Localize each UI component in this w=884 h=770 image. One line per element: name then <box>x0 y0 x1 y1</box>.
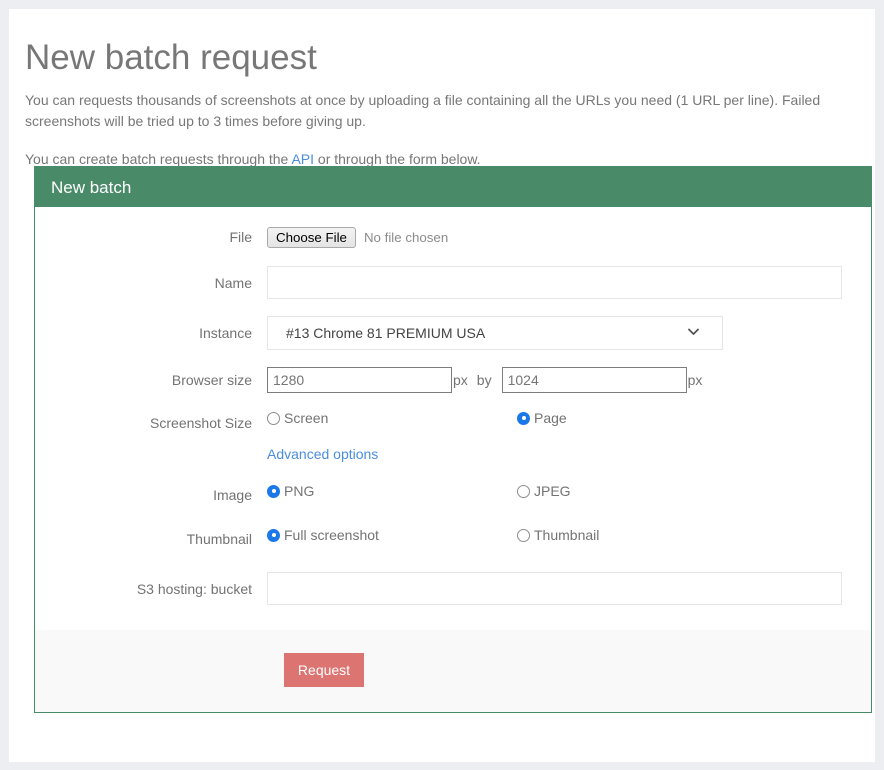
page-card: New batch request You can requests thous… <box>9 9 875 762</box>
radio-image-jpeg[interactable]: JPEG <box>517 483 571 499</box>
api-link[interactable]: API <box>291 151 314 167</box>
image-label: Image <box>35 482 267 505</box>
panel-heading: New batch <box>35 167 871 207</box>
instance-select-value: #13 Chrome 81 PREMIUM USA <box>286 325 485 341</box>
form-row-s3-bucket: S3 hosting: bucket <box>35 572 871 605</box>
radio-label: Thumbnail <box>534 527 599 543</box>
radio-indicator[interactable] <box>517 412 530 425</box>
browser-height-input[interactable] <box>502 367 687 393</box>
radio-screenshot-size-page[interactable]: Page <box>517 410 567 426</box>
form-row-advanced-options: Advanced options <box>35 446 871 462</box>
page-title: New batch request <box>25 37 861 79</box>
radio-thumbnail-thumb[interactable]: Thumbnail <box>517 527 599 543</box>
form-row-screenshot-size: Screenshot Size Screen Page <box>35 409 871 433</box>
s3-bucket-input[interactable] <box>267 572 842 605</box>
form-row-browser-size: Browser size px by px <box>35 365 871 393</box>
form-row-thumbnail: Thumbnail Full screenshot Thumbnail <box>35 526 871 549</box>
radio-thumbnail-full[interactable]: Full screenshot <box>267 527 517 543</box>
radio-label: PNG <box>284 483 314 499</box>
browser-size-separator: by <box>477 372 492 388</box>
screenshot-size-label: Screenshot Size <box>35 409 267 433</box>
name-label: Name <box>35 266 267 293</box>
intro-paragraph: You can requests thousands of screenshot… <box>25 90 861 132</box>
radio-label: JPEG <box>534 483 571 499</box>
radio-label: Page <box>534 410 567 426</box>
panel-footer: Request <box>35 629 871 712</box>
chevron-down-icon <box>688 328 698 338</box>
form-row-name: Name <box>35 266 871 299</box>
form-row-image: Image PNG JPEG <box>35 482 871 505</box>
browser-height-unit: px <box>688 372 703 388</box>
file-status-text: No file chosen <box>364 230 448 245</box>
instance-label: Instance <box>35 316 267 343</box>
advanced-options-link[interactable]: Advanced options <box>267 446 378 462</box>
radio-label: Screen <box>284 410 328 426</box>
browser-width-input[interactable] <box>267 367 452 393</box>
form-row-file: File Choose File No file chosen <box>35 224 871 248</box>
radio-screenshot-size-screen[interactable]: Screen <box>267 410 517 426</box>
instance-select[interactable]: #13 Chrome 81 PREMIUM USA <box>267 316 723 350</box>
page-header: New batch request You can requests thous… <box>25 37 861 170</box>
new-batch-panel: New batch File Choose File No file chose… <box>34 166 872 713</box>
request-button[interactable]: Request <box>284 653 364 687</box>
radio-indicator[interactable] <box>517 485 530 498</box>
file-input[interactable]: Choose File No file chosen <box>267 224 871 248</box>
name-input[interactable] <box>267 266 842 299</box>
radio-indicator[interactable] <box>517 529 530 542</box>
radio-indicator[interactable] <box>267 529 280 542</box>
radio-label: Full screenshot <box>284 527 379 543</box>
panel-title: New batch <box>51 179 131 196</box>
s3-bucket-label: S3 hosting: bucket <box>35 572 267 599</box>
intro2-text-after: or through the form below. <box>314 151 481 167</box>
panel-body: File Choose File No file chosen Name Ins… <box>35 207 871 629</box>
radio-indicator[interactable] <box>267 412 280 425</box>
form-row-instance: Instance #13 Chrome 81 PREMIUM USA <box>35 316 871 350</box>
radio-image-png[interactable]: PNG <box>267 483 517 499</box>
intro2-text-before: You can create batch requests through th… <box>25 151 291 167</box>
choose-file-button[interactable]: Choose File <box>267 227 356 248</box>
browser-size-label: Browser size <box>35 365 267 390</box>
browser-width-unit: px <box>453 372 468 388</box>
thumbnail-label: Thumbnail <box>35 526 267 549</box>
file-label: File <box>35 224 267 247</box>
radio-indicator[interactable] <box>267 485 280 498</box>
